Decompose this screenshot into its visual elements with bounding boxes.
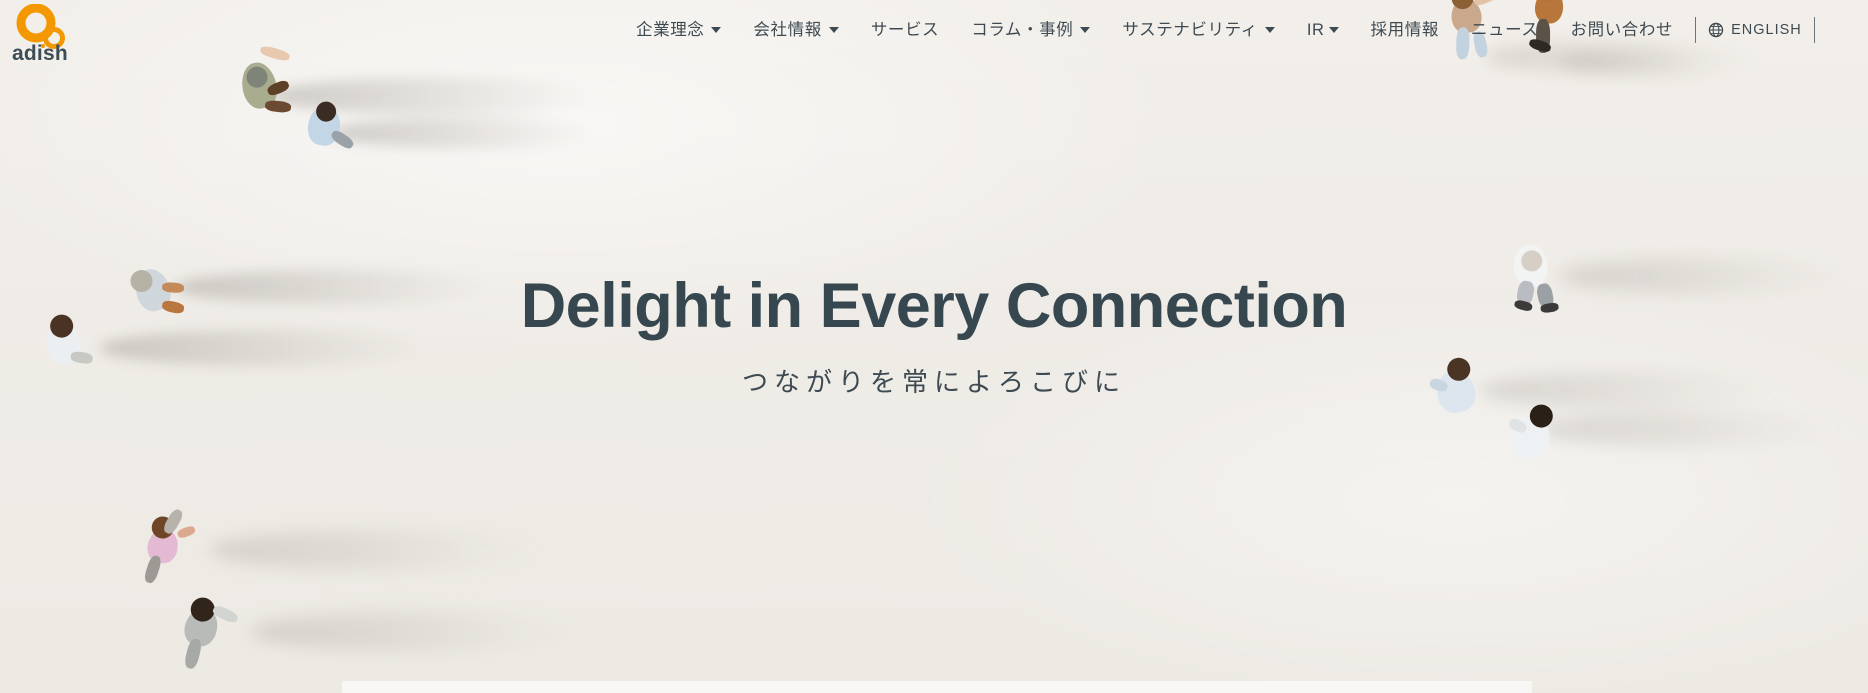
nav-item-label: 会社情報: [753, 20, 822, 39]
person-leg: [183, 637, 204, 670]
hero-title: Delight in Every Connection: [520, 271, 1348, 341]
nav-item-label: コラム・事例: [971, 20, 1074, 39]
chevron-down-icon: [828, 27, 839, 33]
nav-divider-left: [1695, 17, 1697, 43]
nav-item-philosophy[interactable]: 企業理念: [620, 18, 737, 43]
nav-item-column-cases[interactable]: コラム・事例: [955, 18, 1106, 43]
person-leg: [264, 99, 292, 114]
nav-item-label: お問い合わせ: [1570, 20, 1674, 39]
site-header: adish 企業理念 会社情報 サービス コラム・事例 サステナビリティ IR …: [0, 0, 1868, 72]
person-arm: [176, 524, 197, 540]
person-figure: [302, 95, 356, 159]
nav-item-label: ニュース: [1470, 20, 1539, 39]
nav-item-label: 企業理念: [636, 20, 705, 39]
person-shadow: [250, 612, 580, 652]
nav-item-label: IR: [1306, 20, 1325, 39]
adish-wordmark-dot: [41, 44, 45, 48]
person-shadow: [210, 530, 540, 570]
nav-item-news[interactable]: ニュース: [1455, 18, 1555, 43]
nav-item-sustainability[interactable]: サステナビリティ: [1106, 18, 1290, 43]
nav-item-ir[interactable]: IR: [1291, 18, 1355, 43]
language-label: ENGLISH: [1731, 22, 1802, 38]
nav-item-contact[interactable]: お問い合わせ: [1555, 18, 1690, 43]
globe-icon: [1708, 22, 1724, 38]
chevron-down-icon: [711, 27, 722, 33]
adish-wordmark: adish: [12, 42, 68, 65]
nav-item-label: サステナビリティ: [1122, 20, 1258, 39]
nav-item-service[interactable]: サービス: [855, 18, 955, 43]
nav-item-label: 採用情報: [1370, 20, 1439, 39]
person-figure: [1503, 395, 1568, 471]
main-navigation: 企業理念 会社情報 サービス コラム・事例 サステナビリティ IR 採用情報 ニ…: [620, 17, 1821, 43]
person-shadow: [1540, 412, 1840, 446]
chevron-down-icon: [1264, 27, 1275, 33]
nav-item-label: サービス: [870, 20, 940, 39]
hero-subtitle: つながりを常によろこびに: [741, 367, 1126, 398]
nav-item-company[interactable]: 会社情報: [737, 18, 854, 43]
content-panel-top-edge: [342, 681, 1532, 693]
page-root: adish 企業理念 会社情報 サービス コラム・事例 サステナビリティ IR …: [0, 0, 1868, 693]
person-leg: [142, 554, 163, 585]
nav-item-recruit[interactable]: 採用情報: [1355, 18, 1455, 43]
language-switcher[interactable]: ENGLISH: [1702, 18, 1808, 42]
chevron-down-icon: [1328, 27, 1339, 33]
hero-copy: Delight in Every Connection つながりを常によろこびに: [0, 272, 1868, 399]
person-shadow: [330, 118, 600, 148]
nav-divider-right: [1813, 17, 1815, 43]
chevron-down-icon: [1080, 27, 1091, 33]
